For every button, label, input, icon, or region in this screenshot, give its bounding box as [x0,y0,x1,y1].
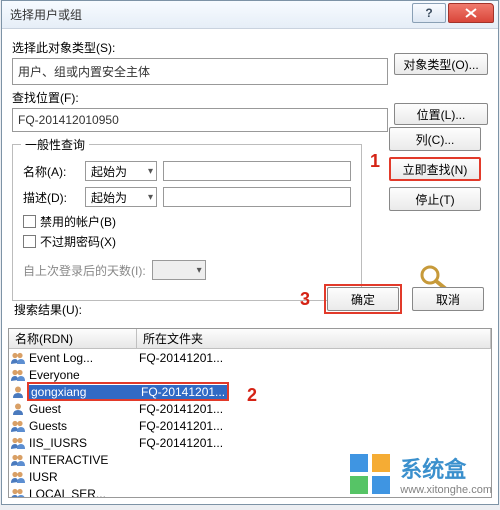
object-type-label: 选择此对象类型(S): [12,39,388,56]
results-body: 2 Event Log...FQ-20141201...Everyonegong… [9,349,491,497]
column-name[interactable]: 名称(RDN) [9,329,137,348]
description-label: 描述(D): [23,189,79,206]
row-name: Event Log... [27,351,137,365]
row-folder: FQ-20141201... [137,419,491,433]
group-icon [9,436,27,450]
results-label: 搜索结果(U): [14,301,82,318]
object-types-button[interactable]: 对象类型(O)... [394,53,488,75]
disabled-accounts-label: 禁用的帐户(B) [40,213,116,230]
row-name: Guest [27,402,137,416]
object-type-field: 用户、组或内置安全主体 [12,58,388,85]
location-field: FQ-201412010950 [12,108,388,132]
row-folder: FQ-20141201... [137,436,491,450]
table-row[interactable]: INTERACTIVE [9,451,491,468]
chevron-down-icon: ▾ [197,265,202,276]
location-label: 查找位置(F): [12,89,388,106]
days-since-login-label: 自上次登录后的天数(I): [23,262,146,279]
results-list[interactable]: 名称(RDN) 所在文件夹 2 Event Log...FQ-20141201.… [8,328,492,498]
side-button-panel: 列(C)... 立即查找(N) 停止(T) [386,127,484,293]
disabled-accounts-checkbox[interactable] [23,215,36,228]
cancel-button[interactable]: 取消 [412,287,484,311]
annotation-marker-2: 2 [247,385,257,406]
general-query-legend: 一般性查询 [21,136,89,153]
desc-mode-select[interactable]: 起始为 ▾ [85,187,157,207]
table-row[interactable]: LOCAL SER... [9,485,491,497]
row-folder: FQ-20141201... [137,351,491,365]
stop-button[interactable]: 停止(T) [389,187,481,211]
selected-row-highlight: gongxiangFQ-20141201... [27,382,229,401]
group-icon [9,487,27,498]
ok-button[interactable]: 确定 [327,287,399,311]
row-name: gongxiang [29,385,139,399]
group-icon [9,419,27,433]
row-name: Everyone [27,368,137,382]
chevron-down-icon: ▾ [148,166,153,177]
row-name: LOCAL SER... [27,487,137,498]
table-row[interactable]: Event Log...FQ-20141201... [9,349,491,366]
annotation-marker-3: 3 [300,289,310,310]
group-icon [9,470,27,484]
days-since-login-select[interactable]: ▾ [152,260,206,280]
table-row[interactable]: Everyone [9,366,491,383]
group-icon [9,368,27,382]
name-label: 名称(A): [23,163,79,180]
description-input[interactable] [163,187,351,207]
close-button[interactable] [448,3,494,23]
row-name: IIS_IUSRS [27,436,137,450]
general-query-group: 一般性查询 名称(A): 起始为 ▾ 描述(D): 起始为 ▾ 禁用的 [12,144,362,301]
user-icon [9,402,27,416]
dialog-buttons: 3 确定 取消 [300,284,484,314]
name-input[interactable] [163,161,351,181]
window-title: 选择用户或组 [10,6,82,23]
group-icon [9,453,27,467]
title-bar: 选择用户或组 ? [2,1,498,29]
find-now-button[interactable]: 立即查找(N) [389,157,481,181]
row-folder: FQ-20141201... [139,385,227,399]
row-folder: FQ-20141201... [137,402,491,416]
table-row[interactable]: IIS_IUSRSFQ-20141201... [9,434,491,451]
nonexpiring-password-checkbox[interactable] [23,235,36,248]
column-folder[interactable]: 所在文件夹 [137,329,491,348]
close-icon [465,8,477,18]
table-row[interactable]: GuestsFQ-20141201... [9,417,491,434]
results-header: 名称(RDN) 所在文件夹 [9,329,491,349]
annotation-marker-1: 1 [370,151,380,172]
table-row[interactable]: IUSR [9,468,491,485]
columns-button[interactable]: 列(C)... [389,127,481,151]
select-users-dialog: 选择用户或组 ? 选择此对象类型(S): 用户、组或内置安全主体 对象类型(O)… [1,0,499,505]
row-name: INTERACTIVE [27,453,137,467]
row-name: Guests [27,419,137,433]
nonexpiring-password-label: 不过期密码(X) [40,233,116,250]
chevron-down-icon: ▾ [148,192,153,203]
name-mode-select[interactable]: 起始为 ▾ [85,161,157,181]
row-name: IUSR [27,470,137,484]
help-button[interactable]: ? [412,3,446,23]
locations-button[interactable]: 位置(L)... [394,103,488,125]
group-icon [9,351,27,365]
user-icon [9,385,27,399]
